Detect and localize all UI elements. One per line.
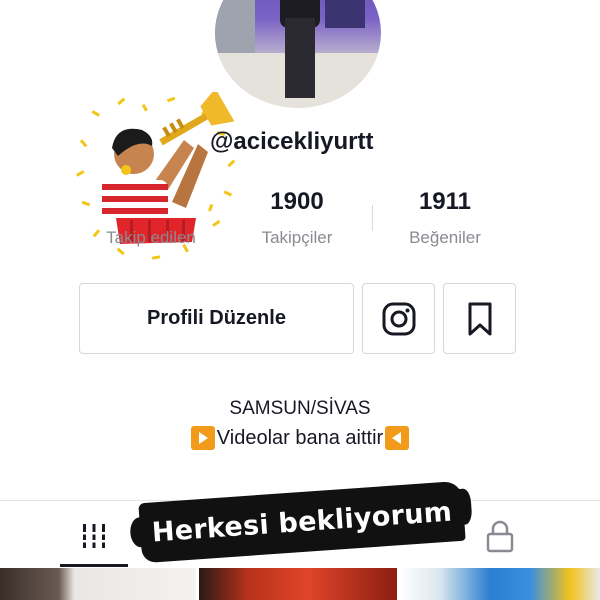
bio-description: Videolar bana aittir	[0, 426, 600, 450]
caption-overlay: Herkesi bekliyorum	[138, 480, 466, 564]
lock-icon	[486, 520, 514, 553]
stat-following-label: Takip edilen	[106, 228, 196, 247]
avatar-door	[325, 0, 365, 28]
arrow-right-icon	[190, 426, 215, 450]
edit-profile-button[interactable]: Profili Düzenle	[79, 283, 354, 354]
grid-icon	[81, 524, 107, 548]
caption-text: Herkesi bekliyorum	[150, 496, 454, 548]
video-thumbnail[interactable]	[0, 568, 196, 600]
tab-videos[interactable]	[60, 510, 128, 562]
video-thumbnail[interactable]	[199, 568, 397, 600]
profile-username: @acicekliyurtt	[210, 128, 374, 155]
tab-private[interactable]	[466, 510, 534, 562]
stats-divider	[372, 205, 373, 231]
instagram-icon	[382, 302, 415, 335]
stat-likes-label: Beğeniler	[409, 228, 481, 247]
bookmark-icon	[468, 302, 491, 335]
bio-location: SAMSUN/SİVAS	[229, 398, 371, 419]
video-thumbnail[interactable]	[400, 568, 600, 600]
stat-followers-label[interactable]: Takipçiler	[232, 228, 362, 248]
stat-followers-value[interactable]: 1900	[232, 188, 362, 216]
instagram-button[interactable]	[362, 283, 435, 354]
avatar-person-legs	[285, 18, 315, 98]
favorites-button[interactable]	[443, 283, 516, 354]
bio-description-text: Videolar bana aittir	[216, 426, 384, 449]
arrow-left-icon	[385, 426, 410, 450]
stat-likes-value: 1911	[418, 188, 472, 215]
tab-videos-indicator	[60, 564, 128, 567]
